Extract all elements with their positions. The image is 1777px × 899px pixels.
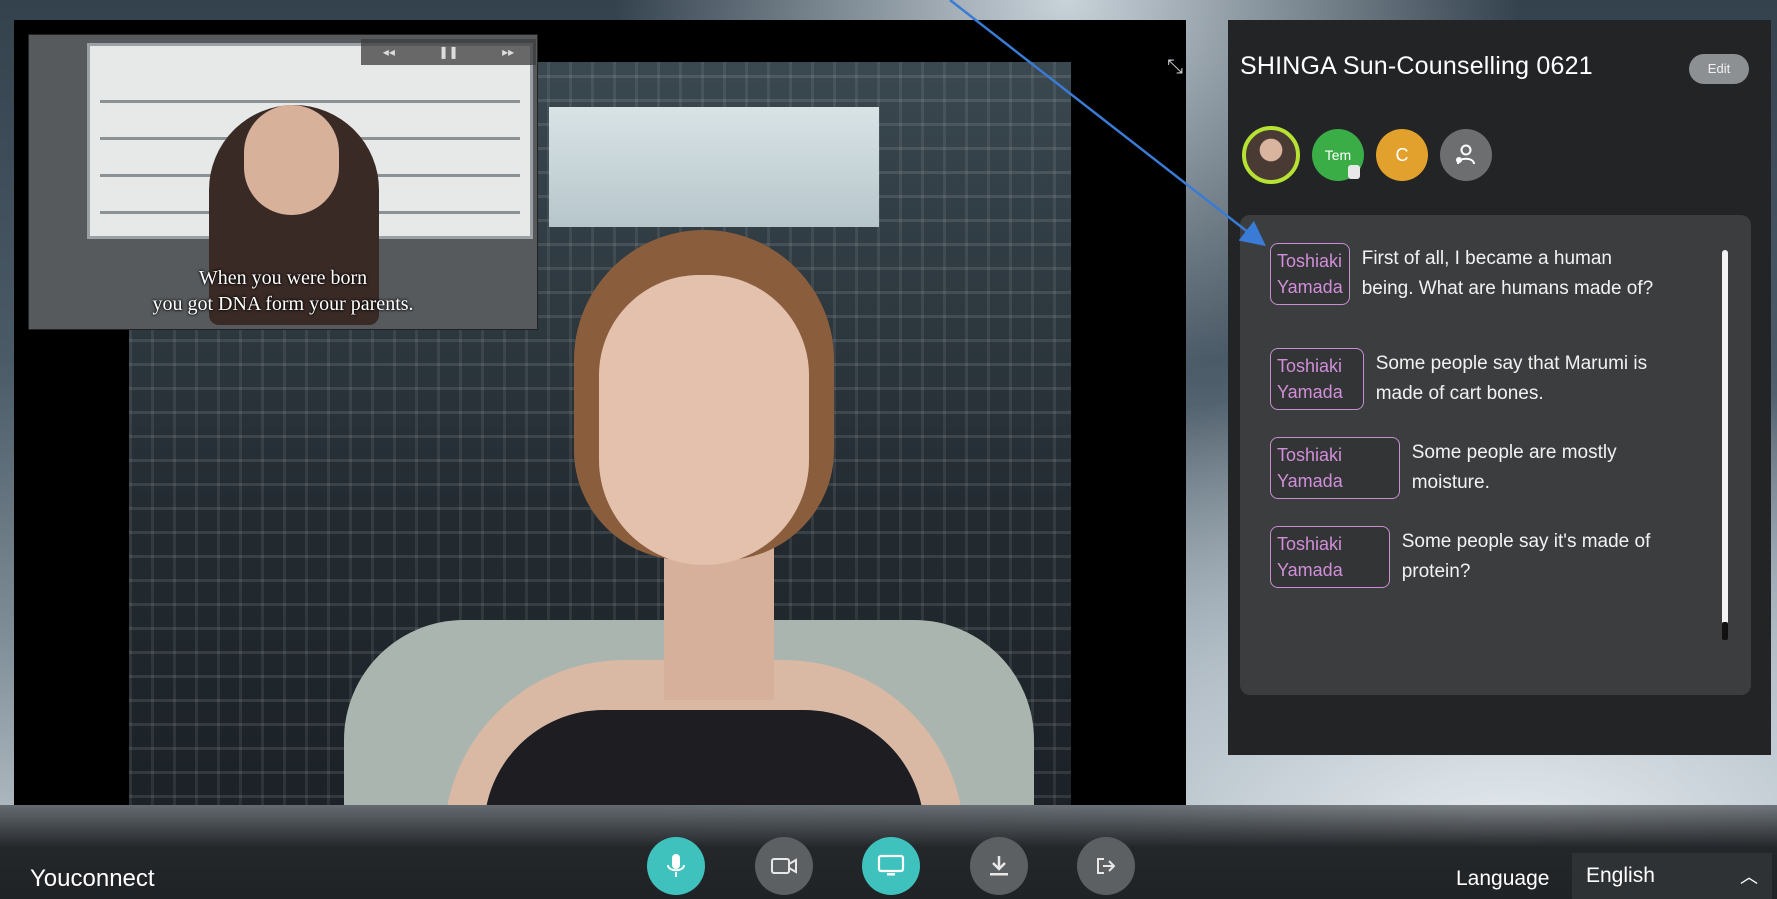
language-label: Language [1456,867,1550,890]
download-icon [990,856,1008,876]
transcript-message: Toshiaki Yamada Some people say that Mar… [1270,348,1676,410]
language-value: English [1586,864,1655,887]
avatar-active-speaker[interactable] [1242,126,1300,184]
meeting-side-panel: SHINGA Sun-Counselling 0621 Edit Tem C T… [1228,20,1771,755]
avatar-c[interactable]: C [1376,129,1428,181]
message-text: Some people say that Marumi is made of c… [1375,353,1648,404]
add-person-icon[interactable] [1440,129,1492,181]
message-text: Some people are mostly moisture. [1411,442,1617,493]
video-window-light [549,107,879,227]
speaker-name-tag: Toshiaki Yamada [1270,348,1364,410]
pip-player-controls[interactable]: ◂◂ ❚❚ ▸▸ [361,39,536,65]
microphone-icon [667,854,685,877]
scrollbar-thumb[interactable] [1722,622,1728,640]
pip-caption-line-2: you got DNA form your parents. [152,293,414,315]
language-select[interactable]: English ︿ [1572,853,1772,899]
transcript-message: Toshiaki Yamada First of all, I became a… [1270,243,1667,305]
avatar-initials: C [1395,144,1409,165]
transcript-message: Toshiaki Yamada Some people are mostly m… [1270,437,1672,499]
screen-share-icon [877,854,905,876]
meeting-title: SHINGA Sun-Counselling 0621 [1240,52,1593,80]
speaker-name-tag: Toshiaki Yamada [1270,243,1350,305]
mic-badge-icon [1348,165,1360,179]
participant-list: Tem C [1242,126,1492,184]
pip-forward-icon[interactable]: ▸▸ [502,45,514,59]
screen-share-button[interactable] [862,837,920,895]
avatar-initials: Tem [1324,147,1352,163]
brand-name: Youconnect [30,865,155,892]
leave-icon [1097,858,1116,874]
speaker-name-tag: Toshiaki Yamada [1270,526,1390,588]
leave-button[interactable] [1077,837,1135,895]
transcript-scrollbar[interactable] [1722,250,1728,640]
pip-presenter-face [244,105,339,215]
people-icon [1456,144,1475,165]
picture-in-picture-video[interactable]: ◂◂ ❚❚ ▸▸ When you were born you got DNA … [28,34,538,330]
video-person-face [599,275,809,565]
avatar-tem[interactable]: Tem [1312,129,1364,181]
pip-pause-icon[interactable]: ❚❚ [438,45,458,59]
chevron-up-icon: ︿ [1740,867,1758,887]
microphone-button[interactable] [647,837,705,895]
video-person-top [484,710,924,805]
exit-fullscreen-icon[interactable]: ⤡ [1164,56,1186,78]
message-text: Some people say it's made of protein? [1401,531,1651,582]
camera-icon [771,858,797,874]
pip-rewind-icon[interactable]: ◂◂ [383,45,395,59]
transcript-message: Toshiaki Yamada Some people say it's mad… [1270,526,1677,588]
camera-button[interactable] [755,837,813,895]
transcript-panel[interactable]: Toshiaki Yamada First of all, I became a… [1240,215,1751,695]
speaker-name-tag: Toshiaki Yamada [1270,437,1400,499]
pip-caption-line-1: When you were born [198,267,368,289]
edit-button[interactable]: Edit [1689,54,1749,84]
download-button[interactable] [970,837,1028,895]
message-text: First of all, I became a human being. Wh… [1361,248,1654,299]
bottom-toolbar: Youconnect Language English ︿ [0,805,1777,899]
